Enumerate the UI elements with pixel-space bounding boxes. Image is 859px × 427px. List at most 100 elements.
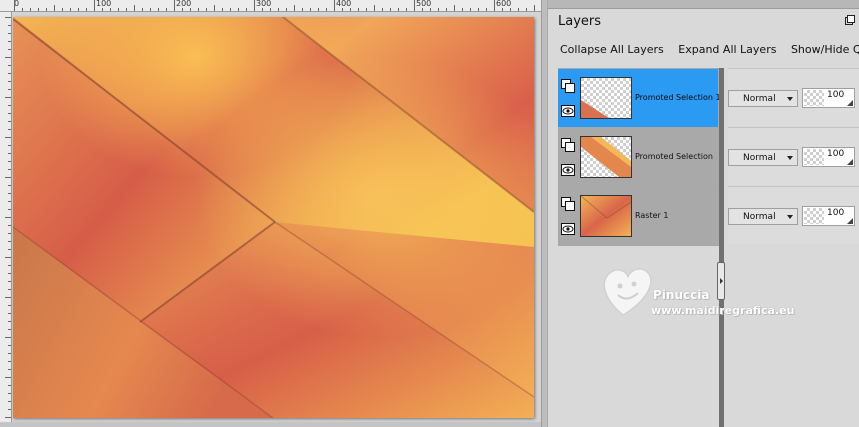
ruler-tick [8, 121, 11, 122]
ruler-tick [94, 0, 95, 11]
ruler-tick [262, 8, 263, 11]
expand-all-layers-button[interactable]: Expand All Layers [678, 43, 776, 56]
collapse-all-layers-button[interactable]: Collapse All Layers [560, 43, 664, 56]
ruler-tick [8, 153, 11, 154]
ruler-tick [302, 8, 303, 11]
layer-row-raster-1[interactable]: Raster 1 [558, 187, 718, 245]
ruler-tick [8, 169, 11, 170]
ruler-tick [382, 8, 383, 11]
visibility-toggle-icon[interactable] [561, 138, 575, 152]
blend-mode-dropdown[interactable]: Normal [728, 208, 798, 225]
visibility-toggle-icon[interactable] [561, 197, 575, 211]
opacity-slider-icon[interactable] [847, 159, 853, 165]
ruler-tick [342, 8, 343, 11]
ruler-tick [422, 8, 423, 11]
ruler-tick [238, 8, 239, 11]
layer-name: Promoted Selection [635, 152, 713, 161]
blend-mode-dropdown[interactable]: Normal [728, 90, 798, 107]
ruler-tick [8, 321, 11, 322]
ruler-tick [510, 8, 511, 11]
opacity-slider-icon[interactable] [847, 218, 853, 224]
canvas-scrollbar[interactable] [0, 422, 541, 427]
dropdown-arrow-icon [787, 215, 793, 219]
ruler-tick [366, 8, 367, 11]
ruler-tick [174, 0, 175, 11]
dropdown-arrow-icon [787, 97, 793, 101]
blend-mode-value: Normal [743, 212, 776, 222]
opacity-value: 100 [827, 90, 845, 100]
ruler-tick [62, 8, 63, 11]
layers-divider-bar[interactable] [719, 68, 724, 427]
ruler-tick [5, 337, 11, 338]
ruler-tick [8, 345, 11, 346]
opacity-value: 100 [827, 208, 845, 218]
panel-splitter[interactable] [541, 0, 548, 427]
watermark-name: Pinuccia [653, 288, 710, 302]
ruler-tick [430, 8, 431, 11]
ruler-tick [8, 105, 11, 106]
ruler-tick [8, 201, 11, 202]
opacity-field[interactable]: 100 [802, 147, 855, 167]
ruler-tick [142, 8, 143, 11]
ruler-label-400: 400 [336, 0, 352, 8]
ruler-tick [8, 385, 11, 386]
layers-panel: Layers Collapse All Layers Expand All La… [548, 0, 859, 427]
ruler-tick [8, 49, 11, 50]
image-canvas[interactable] [13, 17, 534, 418]
ruler-tick [190, 8, 191, 11]
ruler-tick [8, 401, 11, 402]
ruler-tick [198, 8, 199, 11]
ruler-tick [478, 8, 479, 11]
ruler-tick [518, 8, 519, 11]
ruler-tick [326, 8, 327, 11]
eye-icon[interactable] [561, 164, 575, 176]
ruler-tick [182, 8, 183, 11]
ruler-tick [22, 8, 23, 11]
ruler-tick [334, 0, 335, 11]
ruler-tick [8, 89, 11, 90]
ruler-tick [5, 217, 11, 218]
ruler-tick [310, 8, 311, 11]
layer-thumbnail [580, 77, 632, 119]
ruler-tick [8, 233, 11, 234]
ruler-tick [438, 8, 439, 11]
ruler-tick [8, 305, 11, 306]
eye-icon[interactable] [561, 105, 575, 117]
opacity-slider-icon[interactable] [847, 100, 853, 106]
visibility-toggle-icon[interactable] [561, 79, 575, 93]
ruler-tick [470, 8, 471, 11]
layer-properties-1: Normal 100 [728, 68, 859, 126]
opacity-checker-icon [804, 90, 824, 106]
show-hide-quick-button[interactable]: Show/Hide Quick S [791, 43, 859, 56]
ruler-tick [166, 8, 167, 11]
layer-row-promoted-selection-1[interactable]: Promoted Selection 1 [558, 69, 721, 127]
ruler-tick [214, 5, 215, 11]
layers-toolbar: Collapse All Layers Expand All Layers Sh… [560, 43, 859, 56]
layer-row-promoted-selection[interactable]: Promoted Selection [558, 128, 718, 186]
ruler-label-200: 200 [176, 0, 192, 8]
eye-icon[interactable] [561, 223, 575, 235]
ruler-label-300: 300 [256, 0, 272, 8]
ruler-tick [8, 193, 11, 194]
heart-logo-icon [603, 268, 652, 316]
ruler-label-500: 500 [416, 0, 432, 8]
layer-thumbnail [580, 195, 632, 237]
ruler-tick [8, 113, 11, 114]
ruler-tick [5, 417, 11, 418]
ruler-tick [8, 145, 11, 146]
ruler-tick [54, 5, 55, 11]
ruler-tick [246, 8, 247, 11]
panel-title: Layers [558, 14, 602, 29]
dropdown-arrow-icon [787, 156, 793, 160]
ruler-tick [350, 8, 351, 11]
opacity-field[interactable]: 100 [802, 88, 855, 108]
opacity-field[interactable]: 100 [802, 206, 855, 226]
ruler-tick [46, 8, 47, 11]
ruler-tick [8, 41, 11, 42]
ruler-tick [454, 5, 455, 11]
ruler-tick [446, 8, 447, 11]
canvas-area[interactable]: 0 100 200 300 400 500 600 [0, 0, 541, 427]
undock-icon[interactable] [845, 15, 855, 25]
blend-mode-dropdown[interactable]: Normal [728, 149, 798, 166]
ruler-tick [502, 8, 503, 11]
